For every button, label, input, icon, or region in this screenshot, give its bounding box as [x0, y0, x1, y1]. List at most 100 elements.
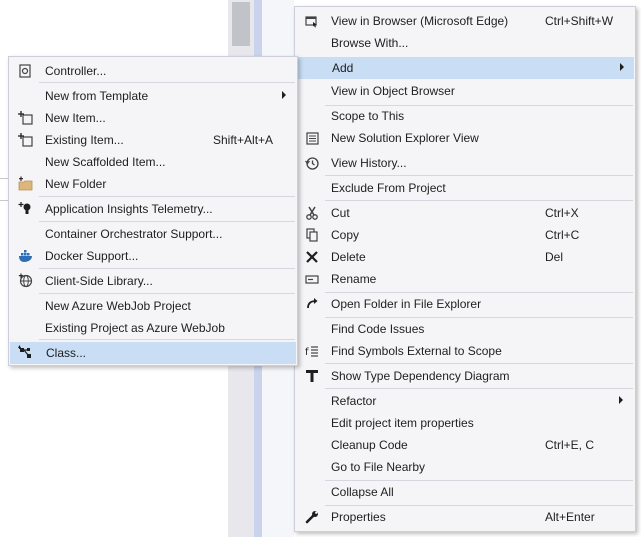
- menu-item-label: Docker Support...: [45, 249, 139, 263]
- add-submenu: Controller... New from Template New Item…: [8, 56, 298, 366]
- tree-guide-line: [0, 178, 8, 179]
- menu-item-view-in-browser[interactable]: View in Browser (Microsoft Edge) Ctrl+Sh…: [296, 10, 634, 32]
- menu-separator: [39, 293, 295, 294]
- menu-item-label: Container Orchestrator Support...: [45, 227, 223, 241]
- menu-item-shortcut: Ctrl+C: [545, 228, 580, 242]
- class-icon: [18, 345, 34, 361]
- menu-item-new-solution-explorer-view[interactable]: New Solution Explorer View: [296, 127, 634, 149]
- menu-item-add[interactable]: Add: [296, 57, 634, 79]
- menu-item-label: Existing Item...: [45, 133, 124, 147]
- copy-icon: [304, 227, 320, 243]
- menu-separator: [39, 82, 295, 83]
- submenu-item-new-scaffolded-item[interactable]: New Scaffolded Item...: [10, 151, 296, 173]
- submenu-item-container-orchestrator[interactable]: Container Orchestrator Support...: [10, 223, 296, 245]
- browser-icon: [304, 13, 320, 29]
- menu-separator: [325, 363, 633, 364]
- menu-item-shortcut: Del: [545, 250, 564, 264]
- menu-separator: [325, 200, 633, 201]
- menu-item-delete[interactable]: Delete Del: [296, 246, 634, 268]
- submenu-item-new-folder[interactable]: New Folder: [10, 173, 296, 195]
- menu-item-label: Open Folder in File Explorer: [331, 297, 482, 311]
- menu-item-label: Cut: [331, 206, 350, 220]
- submenu-item-docker-support[interactable]: Docker Support...: [10, 245, 296, 267]
- menu-item-label: Delete: [331, 250, 366, 264]
- menu-item-label: Edit project item properties: [331, 416, 474, 430]
- menu-item-label: Class...: [46, 346, 87, 360]
- menu-item-properties[interactable]: Properties Alt+Enter: [296, 506, 634, 528]
- menu-item-label: Properties: [331, 510, 386, 524]
- submenu-item-new-item[interactable]: New Item...: [10, 107, 296, 129]
- menu-item-go-to-file-nearby[interactable]: Go to File Nearby: [296, 456, 634, 478]
- wrench-icon: [304, 509, 320, 525]
- menu-item-shortcut: Ctrl+Shift+W: [545, 14, 614, 28]
- menu-separator: [39, 221, 295, 222]
- submenu-item-application-insights[interactable]: Application Insights Telemetry...: [10, 198, 296, 220]
- menu-item-shortcut: Ctrl+E, C: [545, 438, 595, 452]
- docker-icon: [18, 248, 34, 264]
- submenu-item-new-azure-webjob-project[interactable]: New Azure WebJob Project: [10, 295, 296, 317]
- menu-item-label: Find Symbols External to Scope: [331, 344, 502, 358]
- menu-item-label: Exclude From Project: [331, 181, 446, 195]
- menu-item-label: Rename: [331, 272, 377, 286]
- menu-item-edit-project-item-properties[interactable]: Edit project item properties: [296, 412, 634, 434]
- menu-item-label: Show Type Dependency Diagram: [331, 369, 510, 383]
- find-symbols-icon: f: [304, 343, 320, 359]
- submenu-item-new-from-template[interactable]: New from Template: [10, 85, 296, 107]
- new-item-icon: [18, 110, 34, 126]
- menu-item-rename[interactable]: Rename: [296, 268, 634, 290]
- menu-item-scope-to-this[interactable]: Scope to This: [296, 105, 634, 127]
- submenu-item-client-side-library[interactable]: Client-Side Library...: [10, 270, 296, 292]
- menu-item-browse-with[interactable]: Browse With...: [296, 32, 634, 54]
- refresh-arrow-icon: [304, 296, 320, 312]
- controller-icon: [18, 63, 34, 79]
- insights-icon: [18, 201, 34, 217]
- globe-icon: [18, 273, 34, 289]
- menu-item-collapse-all[interactable]: Collapse All: [296, 481, 634, 503]
- submenu-item-existing-item[interactable]: Existing Item... Shift+Alt+A: [10, 129, 296, 151]
- menu-item-label: Browse With...: [331, 36, 409, 50]
- context-menu: View in Browser (Microsoft Edge) Ctrl+Sh…: [294, 6, 636, 532]
- submenu-item-existing-project-as-webjob[interactable]: Existing Project as Azure WebJob: [10, 317, 296, 339]
- menu-item-label: Refactor: [331, 394, 377, 408]
- menu-item-label: Go to File Nearby: [331, 460, 426, 474]
- menu-separator: [39, 268, 295, 269]
- menu-item-label: View in Browser (Microsoft Edge): [331, 14, 509, 28]
- menu-item-label: Application Insights Telemetry...: [45, 202, 213, 216]
- tree-guide-line: [0, 200, 8, 201]
- menu-item-label: View in Object Browser: [331, 84, 455, 98]
- submenu-item-class[interactable]: Class...: [10, 342, 296, 364]
- menu-item-copy[interactable]: Copy Ctrl+C: [296, 224, 634, 246]
- menu-item-view-history[interactable]: View History...: [296, 152, 634, 174]
- menu-separator: [39, 196, 295, 197]
- menu-item-cleanup-code[interactable]: Cleanup Code Ctrl+E, C: [296, 434, 634, 456]
- menu-item-label: New Solution Explorer View: [331, 131, 479, 145]
- scissors-icon: [304, 205, 320, 221]
- menu-item-exclude-from-project[interactable]: Exclude From Project: [296, 177, 634, 199]
- menu-item-find-symbols-external[interactable]: f Find Symbols External to Scope: [296, 340, 634, 362]
- menu-item-shortcut: Shift+Alt+A: [213, 133, 274, 147]
- menu-item-show-type-dependency-diagram[interactable]: Show Type Dependency Diagram: [296, 365, 634, 387]
- menu-item-label: New Item...: [45, 111, 106, 125]
- submenu-arrow-icon: [282, 91, 286, 99]
- submenu-arrow-icon: [619, 396, 623, 404]
- menu-item-refactor[interactable]: Refactor: [296, 390, 634, 412]
- menu-item-label: Copy: [331, 228, 360, 242]
- menu-item-find-code-issues[interactable]: Find Code Issues: [296, 318, 634, 340]
- solution-explorer-icon: [304, 130, 320, 146]
- menu-item-cut[interactable]: Cut Ctrl+X: [296, 202, 634, 224]
- history-icon: [304, 155, 320, 171]
- menu-item-label: Existing Project as Azure WebJob: [45, 321, 225, 335]
- menu-item-view-in-object-browser[interactable]: View in Object Browser: [296, 80, 634, 102]
- menu-item-label: New Azure WebJob Project: [45, 299, 191, 313]
- delete-x-icon: [304, 249, 320, 265]
- editor-scrollbar-thumb[interactable]: [232, 2, 250, 46]
- menu-item-open-folder-in-file-explorer[interactable]: Open Folder in File Explorer: [296, 293, 634, 315]
- rename-icon: [304, 271, 320, 287]
- menu-item-label: Controller...: [45, 64, 107, 78]
- menu-item-label: New Scaffolded Item...: [45, 155, 166, 169]
- menu-item-label: Find Code Issues: [331, 322, 425, 336]
- menu-item-label: View History...: [331, 156, 407, 170]
- menu-separator: [39, 339, 295, 340]
- submenu-item-controller[interactable]: Controller...: [10, 60, 296, 82]
- menu-separator: [325, 388, 633, 389]
